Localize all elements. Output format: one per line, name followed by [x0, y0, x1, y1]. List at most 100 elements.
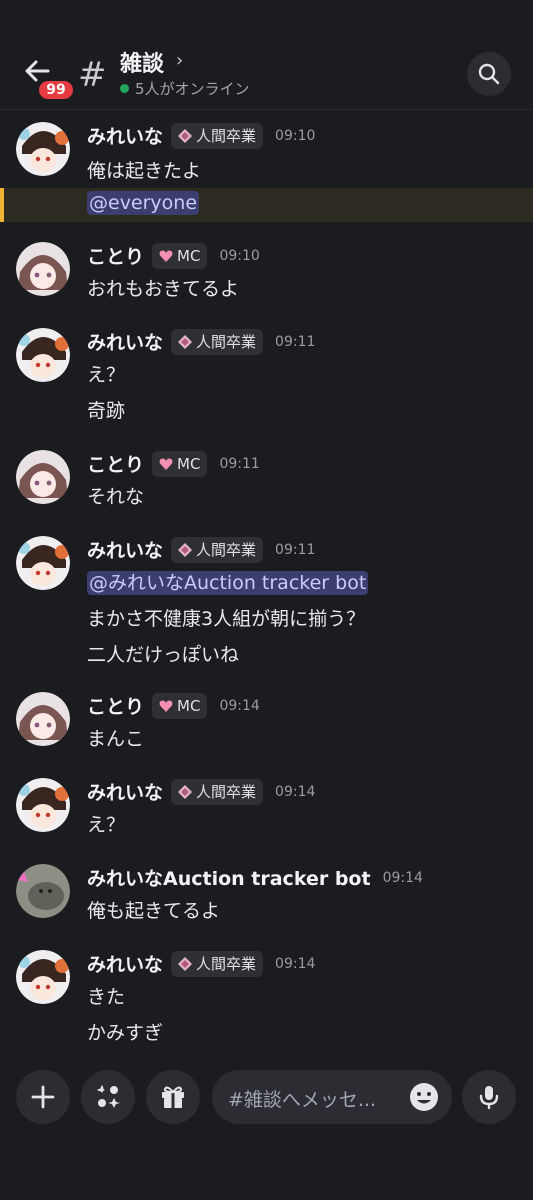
avatar[interactable] — [16, 536, 70, 590]
gift-button[interactable] — [146, 1070, 200, 1124]
avatar[interactable] — [16, 328, 70, 382]
username[interactable]: ことり — [87, 692, 144, 719]
message-header: みれいな 人間卒業 09:11 — [87, 328, 315, 355]
role-label: MC — [177, 246, 201, 265]
message-header: みれいなAuction tracker bot 09:14 — [87, 864, 423, 891]
username[interactable]: みれいな — [87, 328, 163, 355]
username[interactable]: ことり — [87, 450, 144, 477]
role-label: 人間卒業 — [196, 783, 257, 801]
message-text: きた — [87, 986, 126, 1008]
channel-title[interactable]: 雑談 — [120, 46, 164, 78]
message-header: ことり MC 09:10 — [87, 242, 260, 269]
message-header: みれいな 人間卒業 09:11 — [87, 536, 315, 563]
mention-user[interactable]: @みれいなAuction tracker bot — [87, 571, 369, 595]
username[interactable]: みれいな — [87, 778, 163, 805]
message[interactable]: ことり MC 09:11 それな — [0, 446, 533, 516]
message-composer: #雑談へメッセ... — [0, 1058, 533, 1200]
role-tag[interactable]: MC — [152, 692, 208, 719]
username[interactable]: みれいなAuction tracker bot — [87, 864, 371, 891]
mention-highlight — [0, 188, 533, 222]
apps-button[interactable] — [81, 1070, 135, 1124]
role-label: MC — [177, 454, 201, 473]
message[interactable]: みれいな 人間卒業 09:14 え？ — [0, 774, 533, 844]
bot-avatar[interactable] — [16, 864, 70, 918]
avatar[interactable] — [16, 778, 70, 832]
diamond-role-icon — [178, 784, 193, 799]
heart-role-icon — [159, 250, 173, 262]
message-header: みれいな 人間卒業 09:14 — [87, 950, 315, 977]
online-dot-icon — [120, 84, 129, 93]
chevron-right-icon[interactable]: › — [176, 50, 183, 71]
microphone-icon — [479, 1086, 499, 1110]
timestamp: 09:10 — [219, 247, 260, 264]
role-tag[interactable]: 人間卒業 — [171, 950, 264, 977]
channel-header: 99 # 雑談 › 5人がオンライン — [0, 0, 533, 110]
message-text: え？ — [87, 814, 126, 836]
search-button[interactable] — [467, 52, 511, 96]
message-input[interactable]: #雑談へメッセ... — [212, 1070, 452, 1124]
voice-message-button[interactable] — [462, 1070, 516, 1124]
message-text: それな — [87, 486, 145, 508]
timestamp: 09:14 — [382, 869, 423, 886]
online-count: 5人がオンライン — [135, 80, 250, 98]
online-status: 5人がオンライン — [120, 78, 250, 99]
role-tag[interactable]: 人間卒業 — [171, 536, 264, 563]
timestamp: 09:14 — [275, 955, 316, 972]
message[interactable]: ことり MC 09:14 まんこ — [0, 688, 533, 758]
plus-icon — [31, 1085, 55, 1109]
message-text: @everyone — [87, 191, 200, 215]
diamond-role-icon — [178, 542, 193, 557]
search-icon — [478, 63, 500, 85]
avatar[interactable] — [16, 692, 70, 746]
role-tag[interactable]: 人間卒業 — [171, 778, 264, 805]
message-header: ことり MC 09:11 — [87, 450, 260, 477]
avatar[interactable] — [16, 950, 70, 1004]
message[interactable]: ことり MC 09:10 おれもおきてるよ — [0, 238, 533, 308]
username[interactable]: みれいな — [87, 950, 163, 977]
avatar[interactable] — [16, 242, 70, 296]
role-tag[interactable]: 人間卒業 — [171, 328, 264, 355]
role-tag[interactable]: MC — [152, 242, 208, 269]
avatar[interactable] — [16, 122, 70, 176]
username[interactable]: みれいな — [87, 536, 163, 563]
role-label: 人間卒業 — [196, 333, 257, 351]
timestamp: 09:10 — [275, 127, 316, 144]
message-text: 俺は起きたよ — [87, 160, 202, 182]
message[interactable]: みれいな 人間卒業 09:11 @みれいなAuction tracker bot… — [0, 532, 533, 672]
timestamp: 09:11 — [219, 455, 260, 472]
emoji-button[interactable] — [408, 1081, 440, 1113]
message[interactable]: みれいな 人間卒業 09:14 きた かみすぎ — [0, 946, 533, 1056]
diamond-role-icon — [178, 334, 193, 349]
add-attachment-button[interactable] — [16, 1070, 70, 1124]
message-text: まかさ不健康3人組が朝に揃う？ — [87, 608, 366, 630]
timestamp: 09:14 — [275, 783, 316, 800]
message-text: え？ — [87, 364, 126, 386]
message-text: @みれいなAuction tracker bot — [87, 568, 369, 595]
message-header: みれいな 人間卒業 09:10 — [87, 122, 315, 149]
message-text: 二人だけっぽいね — [87, 644, 240, 666]
avatar[interactable] — [16, 450, 70, 504]
timestamp: 09:11 — [275, 541, 316, 558]
timestamp: 09:11 — [275, 333, 316, 350]
message-header: みれいな 人間卒業 09:14 — [87, 778, 315, 805]
message-text: まんこ — [87, 728, 145, 750]
role-label: MC — [177, 696, 201, 715]
gift-icon — [162, 1086, 184, 1108]
message[interactable]: みれいな 人間卒業 09:11 え？ 奇跡 — [0, 324, 533, 424]
role-tag[interactable]: MC — [152, 450, 208, 477]
role-tag[interactable]: 人間卒業 — [171, 122, 264, 149]
username[interactable]: ことり — [87, 242, 144, 269]
message-text: 俺も起きてるよ — [87, 900, 221, 922]
role-label: 人間卒業 — [196, 541, 257, 559]
message-header: ことり MC 09:14 — [87, 692, 260, 719]
role-label: 人間卒業 — [196, 955, 257, 973]
message[interactable]: みれいなAuction tracker bot 09:14 俺も起きてるよ — [0, 860, 533, 930]
message[interactable]: みれいな 人間卒業 09:10 俺は起きたよ @everyone — [0, 116, 533, 226]
message-text: おれもおきてるよ — [87, 278, 240, 300]
mention-everyone[interactable]: @everyone — [87, 191, 200, 215]
message-text: 奇跡 — [87, 400, 126, 422]
heart-role-icon — [159, 700, 173, 712]
diamond-role-icon — [178, 956, 193, 971]
username[interactable]: みれいな — [87, 122, 163, 149]
message-list[interactable]: みれいな 人間卒業 09:10 俺は起きたよ @everyone ことり MC … — [0, 110, 533, 1058]
